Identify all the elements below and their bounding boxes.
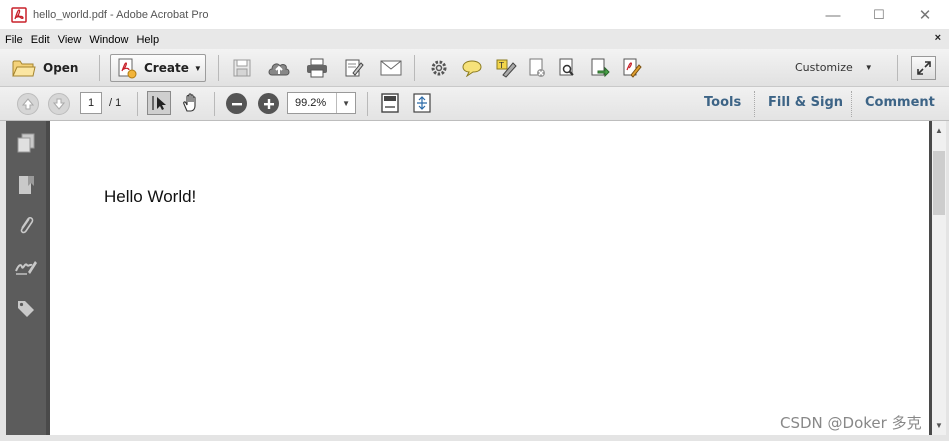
document-search-button[interactable] [556,57,578,79]
menu-window[interactable]: Window [85,34,132,46]
email-button[interactable] [378,57,404,79]
create-button[interactable]: Create ▼ [110,54,206,82]
select-tool-button[interactable] [147,91,171,115]
settings-icon [431,60,447,76]
create-pdf-icon [118,58,137,79]
bookmark-icon [19,176,34,194]
zoom-out-icon [231,102,242,105]
edit-document-button[interactable] [342,57,366,79]
tag-icon [18,301,34,317]
customize-dropdown[interactable]: Customize ▼ [795,61,873,74]
print-button[interactable] [304,57,330,79]
hand-icon [183,93,196,112]
select-cursor-icon [152,96,166,110]
zoom-in-button[interactable] [258,93,279,114]
window-title: hello_world.pdf - Adobe Acrobat Pro [33,8,209,21]
open-button[interactable]: Open [12,55,78,81]
print-icon [307,58,327,78]
bottom-frame [0,435,949,441]
expand-icon [916,61,931,75]
document-delete-button[interactable] [526,57,548,79]
document-edit-button[interactable] [620,57,644,79]
previous-page-button[interactable] [17,93,39,115]
full-screen-button[interactable] [410,91,434,115]
expand-button[interactable] [911,56,936,80]
menu-file[interactable]: File [0,34,27,46]
page-total: / 1 [109,97,122,109]
minimize-icon: — [825,6,841,24]
navigation-pane [6,121,46,435]
fit-page-icon [381,93,399,113]
arrow-down-icon [53,98,65,110]
next-page-button[interactable] [48,93,70,115]
scroll-up-icon[interactable]: ▲ [932,123,946,137]
bookmarks-panel-button[interactable] [14,173,38,197]
tools-pane-link[interactable]: Tools [704,95,741,110]
watermark-text: CSDN @Doker 多克 [780,414,922,432]
settings-button[interactable] [427,57,451,79]
attachment-icon [20,216,34,234]
comment-button[interactable] [460,57,484,79]
comment-pane-link[interactable]: Comment [865,95,935,110]
create-label: Create [144,61,189,75]
menu-bar: File Edit View Window Help × [0,30,949,49]
document-page [46,121,929,435]
open-label: Open [43,61,79,75]
scroll-thumb[interactable] [933,151,945,215]
minimize-button[interactable]: — [810,0,856,30]
pages-icon [17,133,35,153]
signature-icon [15,261,37,275]
document-delete-icon [529,58,545,77]
document-export-button[interactable] [588,57,612,79]
menu-view[interactable]: View [54,34,86,46]
title-bar: hello_world.pdf - Adobe Acrobat Pro [0,0,949,30]
page-number-input[interactable]: 1 [80,92,102,114]
full-screen-icon [413,93,431,113]
svg-text:T: T [498,61,504,70]
zoom-out-button[interactable] [226,93,247,114]
email-icon [380,60,402,76]
hand-tool-button[interactable] [179,91,203,115]
menu-edit[interactable]: Edit [27,34,54,46]
scroll-down-icon[interactable]: ▼ [932,418,946,432]
highlight-button[interactable]: T [494,57,518,79]
signatures-panel-button[interactable] [14,255,38,279]
chevron-down-icon: ▼ [193,63,202,73]
fill-sign-pane-link[interactable]: Fill & Sign [768,95,843,110]
fit-page-button[interactable] [378,91,402,115]
vertical-scrollbar[interactable]: ▲ ▼ [929,121,946,435]
upload-cloud-button[interactable] [266,57,292,79]
menu-help[interactable]: Help [132,34,163,46]
document-text: Hello World! [104,187,197,206]
zoom-select[interactable]: 99.2% ▼ [287,92,356,114]
document-export-icon [591,58,610,78]
chevron-down-icon: ▼ [864,63,873,72]
close-icon: ✕ [918,7,932,24]
close-document-button[interactable]: × [935,32,941,44]
edit-document-icon [345,59,364,77]
customize-label: Customize [795,61,853,74]
arrow-up-icon [22,98,34,110]
maximize-icon: ☐ [873,7,885,22]
folder-icon [12,60,36,77]
tags-panel-button[interactable] [14,297,38,321]
close-button[interactable]: ✕ [902,0,948,30]
document-edit-icon [623,58,642,78]
document-search-icon [559,58,574,76]
comment-icon [462,60,482,77]
highlight-icon: T [496,59,517,78]
save-button[interactable] [230,57,254,79]
chevron-down-icon: ▼ [336,93,355,113]
pages-panel-button[interactable] [14,131,38,155]
attachments-panel-button[interactable] [14,213,38,237]
upload-cloud-icon [268,63,290,76]
main-toolbar: Open Create ▼ T Customize ▼ [0,49,949,87]
acrobat-app-icon [11,6,27,23]
maximize-button[interactable]: ☐ [856,0,902,30]
zoom-value: 99.2% [295,97,327,109]
zoom-in-icon [263,98,274,109]
save-icon [233,59,251,77]
